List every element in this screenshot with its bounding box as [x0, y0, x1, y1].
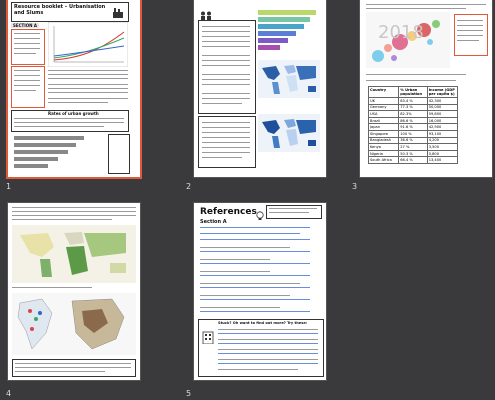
building-icon: [202, 329, 214, 348]
table-cell: 91.6 %: [399, 124, 428, 130]
table-row: Japan 91.6 % 42,900: [368, 124, 458, 131]
table-cell: South Africa: [369, 157, 400, 163]
factory-icon: [112, 4, 124, 18]
page-thumbnail[interactable]: [8, 203, 140, 380]
table-row: USA 82.3% 59,800: [368, 111, 458, 118]
page-thumbnail[interactable]: [194, 0, 326, 177]
table-cell: 86.6 %: [399, 117, 428, 124]
table-cell: UK: [369, 98, 400, 104]
lightbulb-icon: [256, 206, 264, 225]
page-thumbnail[interactable]: 2018 Country % Urban population Income (…: [360, 0, 492, 177]
rates-heading: Rates of urban growth: [48, 111, 99, 116]
page-title: References: [200, 207, 257, 217]
table-cell: Brazil: [369, 117, 400, 124]
table-row: South Africa 66.4 % 13,400: [368, 157, 458, 164]
page-title: Resource booklet – Urbanisation and Slum…: [14, 4, 106, 16]
page-number: 1: [6, 182, 12, 191]
year-label: 2018: [378, 22, 424, 43]
table-cell: 83.4 %: [399, 98, 428, 104]
table-cell: Japan: [369, 124, 400, 130]
table-cell: Nigeria: [369, 150, 400, 157]
table-cell: 82.3%: [399, 111, 428, 117]
data-table: Country % Urban population Income (GDP p…: [368, 86, 458, 164]
table-cell: Kenya: [369, 144, 400, 150]
urban-growth-line-chart: [47, 21, 129, 68]
table-row: Nigeria 50.3 % 5,800: [368, 150, 458, 158]
table-cell: 13,400: [428, 158, 442, 163]
table-header: Country: [369, 87, 400, 97]
table-cell: 42,900: [428, 125, 442, 130]
table-cell: 77.3 %: [399, 104, 428, 111]
table-cell: 100 %: [399, 130, 428, 137]
table-cell: 5,800: [428, 151, 440, 156]
further-reading-heading: Stuck? Oh want to find out more? Try the…: [218, 321, 308, 325]
page-number: 4: [6, 389, 12, 398]
sidebar-box-2: [11, 66, 45, 108]
table-cell: 66.4 %: [399, 157, 428, 163]
table-header: % Urban population: [399, 87, 428, 97]
page-thumbnail[interactable]: Resource booklet – Urbanisation and Slum…: [8, 0, 140, 177]
page-tile-5[interactable]: References Section A Stuck? Oh want to f…: [168, 203, 326, 398]
page-thumbnail[interactable]: References Section A Stuck? Oh want to f…: [194, 203, 326, 380]
table-cell: 93,100: [428, 131, 442, 136]
table-cell: 16,000: [428, 118, 442, 123]
table-row: Bangladesh 36.6 % 4,200: [368, 137, 458, 145]
page-tile-4[interactable]: 4: [2, 203, 160, 398]
table-cell: USA: [369, 111, 400, 117]
figure-caption-box: [108, 134, 130, 174]
page-tile-1[interactable]: Resource booklet – Urbanisation and Slum…: [2, 0, 160, 195]
table-cell: Germany: [369, 104, 400, 111]
page-number: 3: [352, 182, 358, 191]
table-cell: 3,500: [428, 144, 440, 149]
table-cell: 36.6 %: [399, 137, 428, 144]
page-number: 2: [186, 182, 192, 191]
bar-chart-figure: [14, 134, 104, 172]
caption-box: [12, 359, 136, 377]
table-cell: 4,200: [428, 138, 440, 143]
world-map-2: [258, 114, 320, 152]
table-row: Kenya 27 % 3,500: [368, 144, 458, 151]
section-label: SECTION A: [11, 23, 40, 28]
colored-bar-chart: [258, 8, 320, 56]
section-label: Section A: [200, 219, 227, 225]
page-tile-3[interactable]: 2018 Country % Urban population Income (…: [334, 0, 492, 195]
page-number: 5: [186, 389, 192, 398]
sidebar-box: [11, 29, 45, 65]
table-cell: 50.3 %: [399, 150, 428, 157]
table-header: Income (GDP per capita $): [428, 88, 455, 96]
table-cell: 27 %: [399, 144, 428, 150]
world-map-1: [258, 60, 320, 98]
table-row: Brazil 86.6 % 16,000: [368, 117, 458, 125]
table-row: Singapore 100 % 93,100: [368, 130, 458, 138]
table-cell: 42,300: [428, 98, 442, 103]
table-cell: 50,000: [428, 105, 442, 110]
table-row: UK 83.4 % 42,300: [368, 98, 458, 105]
table-cell: 59,800: [428, 111, 442, 116]
table-row: Germany 77.3 % 50,000: [368, 104, 458, 112]
page-tile-2[interactable]: 2: [168, 0, 326, 195]
table-cell: Bangladesh: [369, 137, 400, 144]
table-cell: Singapore: [369, 130, 400, 137]
india-slum-map: [12, 293, 136, 355]
text-box: [198, 20, 256, 114]
slum-world-map: [12, 225, 136, 283]
